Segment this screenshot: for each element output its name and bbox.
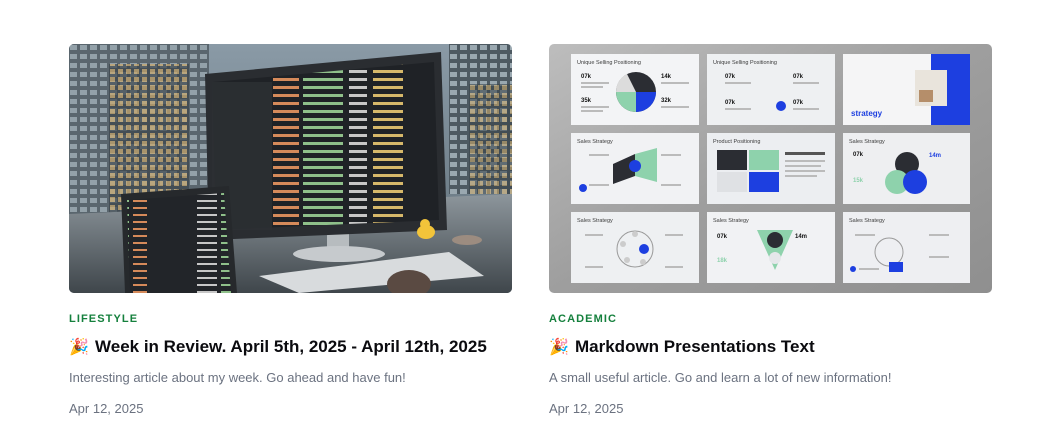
slide-title: Sales Strategy [577,218,613,224]
slide-title: Product Positioning [713,139,760,145]
slide-stat: 07k [853,152,864,158]
post-title-text[interactable]: Week in Review. April 5th, 2025 - April … [95,337,487,357]
slide-sales-strategy-5: Sales Strategy [843,212,970,283]
slide-stat: 18k [717,258,728,264]
slide-unique-selling-2: Unique Selling Positioning 07k 07k 07k 0… [707,54,835,125]
post-category[interactable]: LIFESTYLE [69,313,138,325]
slide-title: Sales Strategy [713,218,749,224]
post-card-week-in-review[interactable]: LIFESTYLE 🎉 Week in Review. April 5th, 2… [69,44,512,434]
post-description: A small useful article. Go and learn a l… [549,370,892,385]
slide-stat: 07k [793,74,804,80]
top-text-fragment: · · · [547,0,607,4]
slide-strategy-cover: strategy [843,54,970,125]
slide-sales-strategy-3: Sales Strategy [571,212,699,283]
slide-title: strategy [851,109,883,118]
slide-product-positioning: Product Positioning [707,133,835,204]
post-category[interactable]: ACADEMIC [549,313,617,325]
post-grid: LIFESTYLE 🎉 Week in Review. April 5th, 2… [69,44,992,434]
post-date: Apr 12, 2025 [69,401,144,416]
slide-sales-strategy-1: Sales Strategy [571,133,699,204]
post-date: Apr 12, 2025 [549,401,624,416]
slide-stat: 35k [581,98,592,104]
coding-desk-photo [69,44,512,293]
post-thumbnail-slide-deck[interactable]: Unique Selling Positioning 07k 35k 14k 3… [549,44,992,293]
post-title[interactable]: 🎉 Week in Review. April 5th, 2025 - Apri… [69,337,487,357]
party-popper-icon: 🎉 [549,339,569,356]
post-description: Interesting article about my week. Go ah… [69,370,406,385]
post-title[interactable]: 🎉 Markdown Presentations Text [549,337,815,357]
slide-stat: 07k [793,100,804,106]
slide-stat: 07k [717,234,728,240]
slide-stat: 14m [929,153,941,159]
slide-title: Unique Selling Positioning [577,60,641,66]
slide-deck-preview: Unique Selling Positioning 07k 35k 14k 3… [549,44,992,293]
slide-title: Sales Strategy [849,218,885,224]
slide-title: Unique Selling Positioning [713,60,777,66]
slide-unique-selling-1: Unique Selling Positioning 07k 35k 14k 3… [571,54,699,125]
slide-sales-strategy-4: Sales Strategy 07k 14m 18k [707,212,835,283]
slide-stat: 32k [661,98,672,104]
slide-stat: 07k [725,100,736,106]
slide-stat: 14k [661,74,672,80]
party-popper-icon: 🎉 [69,339,89,356]
post-thumbnail-coding-setup[interactable] [69,44,512,293]
slide-stat: 07k [581,74,592,80]
slide-sales-strategy-2: Sales Strategy 07k 14m 15k [843,133,970,204]
slide-stat: 14m [795,234,807,240]
slide-title: Sales Strategy [577,139,613,145]
slide-title: Sales Strategy [849,139,885,145]
slide-stat: 07k [725,74,736,80]
post-title-text[interactable]: Markdown Presentations Text [575,337,815,357]
slide-stat: 15k [853,178,864,184]
post-card-markdown-presentations[interactable]: Unique Selling Positioning 07k 35k 14k 3… [549,44,992,434]
